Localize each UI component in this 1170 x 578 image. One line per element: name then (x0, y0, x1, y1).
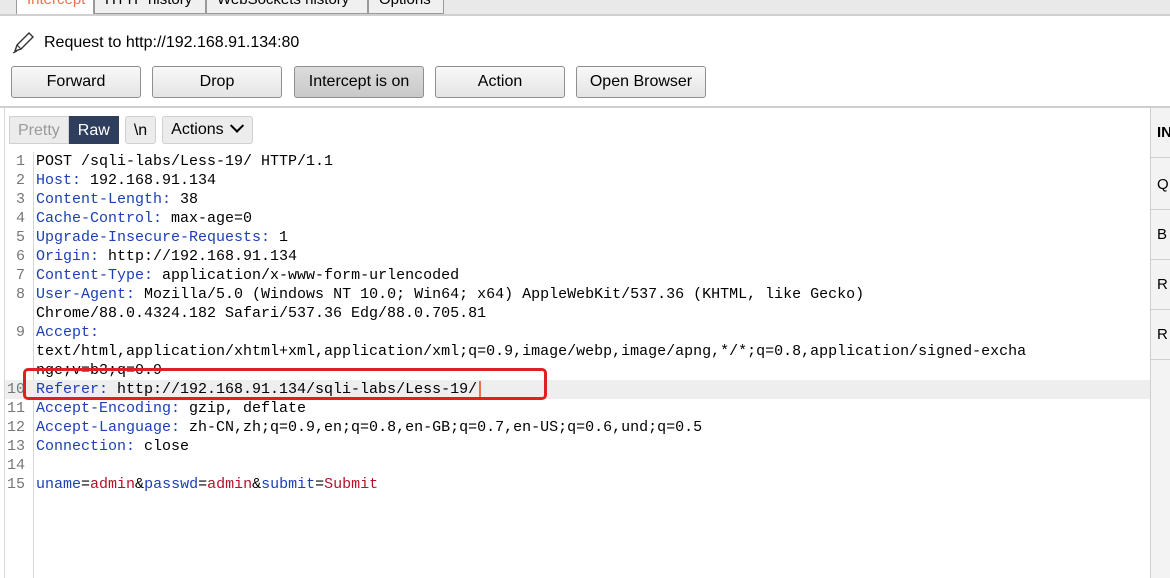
header-key: Accept-Language: (36, 419, 181, 436)
line-number: 5 (15, 229, 25, 246)
param-equals: = (315, 476, 325, 493)
inspector-row[interactable]: R (1151, 260, 1170, 310)
code-line: 7 Content-Type: application/x-www-form-ur… (5, 266, 1151, 285)
request-target: Request to http://192.168.91.134:80 (12, 32, 299, 54)
code-line: 5 Upgrade-Insecure-Requests: 1 (5, 228, 1151, 247)
tab-bar: Intercept HTTP history WebSockets histor… (0, 0, 1170, 16)
param-value: admin (90, 476, 136, 493)
header-key: User-Agent: (36, 286, 136, 303)
line-number: 8 (15, 286, 25, 303)
code-line: 9 Accept: (5, 323, 1151, 342)
header-key: Content-Type: (36, 267, 154, 284)
line-text: text/html,application/xhtml+xml,applicat… (36, 343, 1027, 360)
intercept-toggle-button[interactable]: Intercept is on (294, 66, 424, 98)
tab-options[interactable]: Options (368, 0, 444, 14)
header-key: Origin: (36, 248, 100, 265)
actions-dropdown[interactable]: Actions (162, 116, 253, 144)
request-url-label: Request to http://192.168.91.134:80 (44, 34, 300, 51)
line-number: 13 (6, 438, 25, 455)
header-value: max-age=0 (162, 210, 253, 227)
inspector-row[interactable]: Q (1151, 160, 1170, 210)
header-key: Accept-Encoding: (36, 400, 181, 417)
param-key: submit (261, 476, 316, 493)
header-value: zh-CN,zh;q=0.9,en;q=0.8,en-GB;q=0.7,en-U… (180, 419, 703, 436)
param-key: passwd (144, 476, 199, 493)
param-value: Submit (324, 476, 379, 493)
code-line: 12 Accept-Language: zh-CN,zh;q=0.9,en;q=0… (5, 418, 1151, 437)
code-line: 1 POST /sqli-labs/Less-19/ HTTP/1.1 (5, 152, 1151, 171)
header-value: gzip, deflate (180, 400, 307, 417)
param-equals: = (81, 476, 91, 493)
tab-intercept[interactable]: Intercept (16, 0, 94, 14)
param-equals: = (198, 476, 208, 493)
line-number: 15 (6, 476, 25, 493)
header-key: Connection: (36, 438, 136, 455)
pretty-tab[interactable]: Pretty (9, 116, 69, 144)
code-line: 4 Cache-Control: max-age=0 (5, 209, 1151, 228)
line-number: 7 (15, 267, 25, 284)
line-text: Chrome/88.0.4324.182 Safari/537.36 Edg/8… (36, 305, 487, 322)
header-value: 38 (171, 191, 199, 208)
actions-label: Actions (171, 121, 224, 138)
code-line: 6 Origin: http://192.168.91.134 (5, 247, 1151, 266)
message-editor[interactable]: Pretty Raw \n Actions 1 POST /sqli-labs/L… (4, 108, 1151, 578)
line-number: 6 (15, 248, 25, 265)
line-number: 4 (15, 210, 25, 227)
newline-toggle[interactable]: \n (124, 116, 157, 144)
line-number: 14 (6, 457, 25, 474)
header-value: application/x-www-form-urlencoded (153, 267, 460, 284)
param-value: admin (207, 476, 253, 493)
param-separator: & (135, 476, 145, 493)
line-number: 1 (15, 153, 25, 170)
header-key: Content-Length: (36, 191, 172, 208)
tab-http-history[interactable]: HTTP history (94, 0, 206, 14)
inspector-row[interactable]: B (1151, 210, 1170, 260)
header-key: Accept: (36, 324, 100, 341)
raw-tab[interactable]: Raw (68, 116, 119, 144)
editor-toolbar: Pretty Raw \n Actions (9, 116, 253, 144)
line-number: 12 (6, 419, 25, 436)
header-value: 1 (270, 229, 289, 246)
header-value: http://192.168.91.134 (99, 248, 298, 265)
line-number: 9 (15, 324, 25, 341)
pencil-icon (12, 32, 34, 54)
referer-highlight-box (23, 368, 547, 400)
code-line-wrap: Chrome/88.0.4324.182 Safari/537.36 Edg/8… (5, 304, 1151, 323)
inspector-panel: IN Q B R R (1150, 108, 1170, 578)
code-line: 13 Connection: close (5, 437, 1151, 456)
line-number: 3 (15, 191, 25, 208)
code-line: 3 Content-Length: 38 (5, 190, 1151, 209)
action-button[interactable]: Action (435, 66, 565, 98)
header-value: 192.168.91.134 (81, 172, 217, 189)
inspector-row[interactable]: R (1151, 310, 1170, 360)
tab-websockets-history[interactable]: WebSockets history (206, 0, 368, 14)
header-value: close (135, 438, 190, 455)
header-key: Host: (36, 172, 82, 189)
body-params-line: 15 uname=admin&passwd=admin&submit=Submit (5, 475, 1151, 494)
code-line-wrap: text/html,application/xhtml+xml,applicat… (5, 342, 1151, 361)
chevron-down-icon (229, 118, 244, 133)
code-line: 8 User-Agent: Mozilla/5.0 (Windows NT 10.… (5, 285, 1151, 304)
header-key: Upgrade-Insecure-Requests: (36, 229, 271, 246)
param-separator: & (252, 476, 262, 493)
code-line: 11 Accept-Encoding: gzip, deflate (5, 399, 1151, 418)
line-number: 11 (6, 400, 25, 417)
open-browser-button[interactable]: Open Browser (576, 66, 706, 98)
line-text: POST /sqli-labs/Less-19/ HTTP/1.1 (36, 153, 334, 170)
inspector-title: IN (1151, 108, 1170, 158)
header-value: Mozilla/5.0 (Windows NT 10.0; Win64; x64… (135, 286, 865, 303)
header-key: Cache-Control: (36, 210, 163, 227)
forward-button[interactable]: Forward (11, 66, 141, 98)
line-number: 2 (15, 172, 25, 189)
drop-button[interactable]: Drop (152, 66, 282, 98)
code-line: 2 Host: 192.168.91.134 (5, 171, 1151, 190)
param-key: uname (36, 476, 82, 493)
code-line: 14 (5, 456, 1151, 475)
